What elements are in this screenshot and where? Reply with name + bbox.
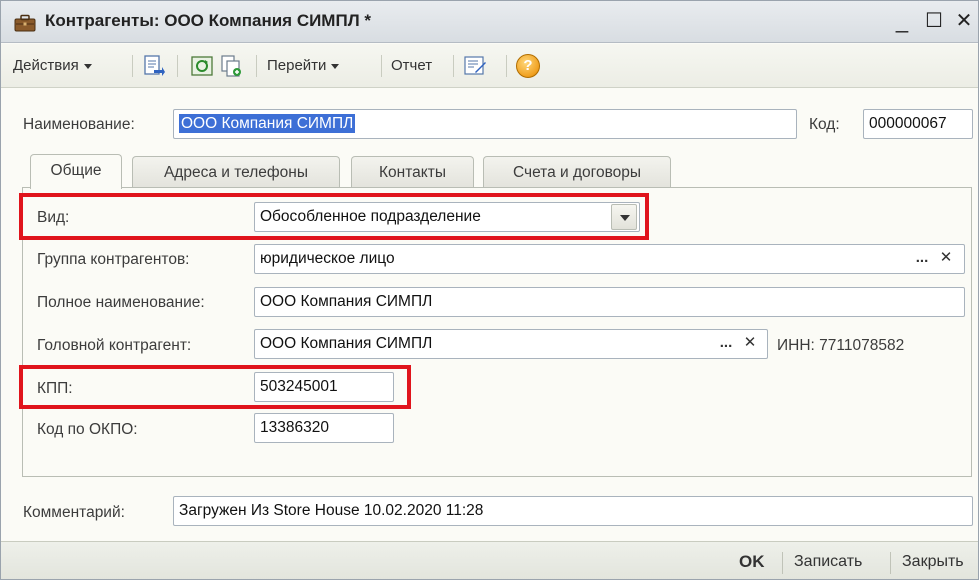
toolbar-divider <box>132 55 133 77</box>
group-clear-button[interactable]: ✕ <box>935 246 957 272</box>
fullname-label: Полное наименование: <box>37 294 205 311</box>
comment-input[interactable]: Загружен Из Store House 10.02.2020 11:28 <box>173 496 973 526</box>
parent-select-button[interactable]: ... <box>715 331 737 357</box>
name-input-value: ООО Компания СИМПЛ <box>179 114 356 133</box>
parent-input[interactable]: ООО Компания СИМПЛ <box>254 329 768 359</box>
okpo-label: Код по ОКПО: <box>37 421 138 438</box>
parent-input-value: ООО Компания СИМПЛ <box>260 335 433 352</box>
code-label: Код: <box>809 116 840 133</box>
kpp-highlight-frame <box>19 365 411 409</box>
footer-divider <box>890 552 891 574</box>
toolbar-divider <box>506 55 507 77</box>
ok-button[interactable]: OK <box>739 550 765 574</box>
chevron-down-icon <box>83 63 92 69</box>
copy-icon[interactable] <box>219 54 243 78</box>
group-label: Группа контрагентов: <box>37 251 190 268</box>
help-icon[interactable]: ? <box>516 54 540 78</box>
report-button[interactable]: Отчет <box>391 54 432 78</box>
edit-list-icon[interactable] <box>463 54 487 78</box>
maximize-button[interactable]: ☐ <box>921 7 947 35</box>
group-input[interactable]: юридическое лицо <box>254 244 965 274</box>
toolbar-divider <box>177 55 178 77</box>
kind-highlight-frame <box>19 193 649 240</box>
tab-accounts-contracts[interactable]: Счета и договоры <box>483 156 671 188</box>
tab-addresses-phones[interactable]: Адреса и телефоны <box>132 156 340 188</box>
actions-menu[interactable]: Действия <box>13 54 92 78</box>
comment-label: Комментарий: <box>23 504 125 521</box>
name-label: Наименование: <box>23 116 135 133</box>
code-input[interactable]: 000000067 <box>863 109 973 139</box>
toolbar-divider <box>453 55 454 77</box>
actions-menu-label: Действия <box>13 57 79 74</box>
minimize-button[interactable]: _ <box>889 7 915 35</box>
goto-menu[interactable]: Перейти <box>267 54 340 78</box>
group-input-value: юридическое лицо <box>260 250 395 267</box>
toolbar-divider <box>256 55 257 77</box>
parent-label: Головной контрагент: <box>37 337 192 354</box>
toolbar-divider <box>381 55 382 77</box>
tab-general[interactable]: Общие <box>30 154 122 189</box>
parent-clear-button[interactable]: ✕ <box>739 331 761 357</box>
chevron-down-icon <box>331 63 340 69</box>
goto-menu-label: Перейти <box>267 57 327 74</box>
form-window: Контрагенты: ООО Компания СИМПЛ * _ ☐ ✕ … <box>0 0 979 580</box>
toolbar: Действия Перейти Отчет ? <box>1 44 978 88</box>
title-bar: Контрагенты: ООО Компания СИМПЛ * _ ☐ ✕ <box>1 1 978 43</box>
reread-icon[interactable] <box>190 54 214 78</box>
group-select-button[interactable]: ... <box>911 246 933 272</box>
tab-contacts[interactable]: Контакты <box>351 156 474 188</box>
briefcase-icon <box>14 14 36 32</box>
bottom-bar: OK Записать Закрыть <box>1 541 978 579</box>
close-window-button[interactable]: ✕ <box>951 7 977 35</box>
footer-divider <box>782 552 783 574</box>
close-button[interactable]: Закрыть <box>902 550 964 574</box>
save-and-close-icon[interactable] <box>142 54 166 78</box>
name-input[interactable]: ООО Компания СИМПЛ <box>173 109 797 139</box>
inn-text: ИНН: 7711078582 <box>777 337 905 354</box>
okpo-input[interactable]: 13386320 <box>254 413 394 443</box>
window-title: Контрагенты: ООО Компания СИМПЛ * <box>45 11 371 30</box>
fullname-input[interactable]: ООО Компания СИМПЛ <box>254 287 965 317</box>
save-button[interactable]: Записать <box>794 550 862 574</box>
